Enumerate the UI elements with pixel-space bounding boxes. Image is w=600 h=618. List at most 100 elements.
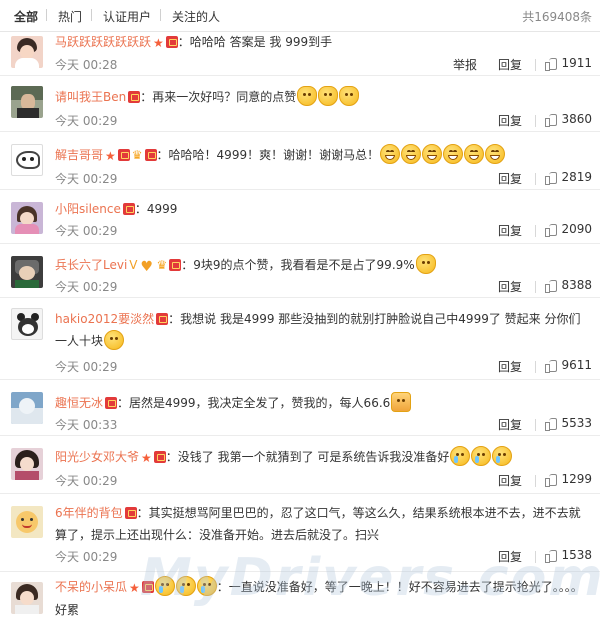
like-button[interactable]: 9611 — [545, 358, 592, 373]
avatar[interactable] — [11, 506, 43, 538]
username[interactable]: 兵长六了Levi — [55, 258, 127, 272]
username[interactable]: 马跃跃跃跃跃跃跃 — [55, 35, 151, 49]
like-count: 2819 — [561, 170, 592, 184]
red-envelope-badge-icon — [153, 451, 166, 463]
like-button[interactable]: 5533 — [545, 416, 592, 431]
star-icon: ★ — [141, 451, 152, 465]
reply-button[interactable]: 回复 — [498, 222, 522, 239]
vip-chevron-icon: V — [129, 258, 138, 272]
thumbs-up-icon — [545, 113, 558, 127]
tab-all[interactable]: 全部 — [14, 8, 38, 25]
reply-button[interactable]: 回复 — [498, 472, 522, 489]
comment-item: 小阳silence ：4999 今天 00:29 回复 2090 — [0, 194, 600, 244]
comment-line: 趣恒无冰 ：居然是4999，我决定全发了，赞我的，每人66.6 — [55, 392, 592, 414]
action-divider — [535, 281, 536, 293]
thumbs-up-icon — [545, 223, 558, 237]
comment-line: 阳光少女邓大爷 ★ ：没钱了 我第一个就猜到了 可是系统告诉我没准备好 — [55, 446, 592, 469]
laughing-emoji-icon — [401, 144, 422, 164]
like-button[interactable]: 2090 — [545, 222, 592, 237]
reply-button[interactable]: 回复 — [498, 358, 522, 375]
comment-line: 兵长六了LeviV ♛ ：9块9的点个赞，我看看是不是占了99.9% — [55, 254, 592, 278]
tab-verified[interactable]: 认证用户 — [103, 8, 151, 25]
comment-text: ：居然是4999，我决定全发了，赞我的，每人66.6 — [117, 396, 391, 410]
reply-button[interactable]: 回复 — [498, 170, 522, 187]
username[interactable]: 解吉哥哥 — [55, 148, 103, 162]
avatar[interactable] — [11, 144, 43, 176]
red-envelope-badge-icon — [117, 149, 130, 161]
thumbs-up-icon — [545, 549, 558, 563]
comment-total-count: 共169408条 — [522, 10, 592, 24]
crying-emoji-icon — [492, 446, 513, 466]
avatar[interactable] — [11, 448, 43, 480]
comment-time: 今天 00:29 — [55, 114, 118, 128]
crying-emoji-icon — [471, 446, 492, 466]
comment-time: 今天 00:29 — [55, 474, 118, 488]
comment-meta: 今天 00:29 回复 9611 — [55, 358, 592, 376]
comment-text: ：再来一次好吗？同意的点赞 — [140, 90, 297, 104]
comment-line: 请叫我王Ben ：再来一次好吗？同意的点赞 — [55, 86, 592, 108]
crying-emoji-icon — [196, 576, 217, 596]
username[interactable]: 6年伴的背包 — [55, 506, 123, 520]
like-count: 8388 — [561, 278, 592, 292]
username[interactable]: 小阳silence — [55, 202, 121, 216]
report-button[interactable]: 举报 — [453, 56, 477, 73]
comment-line: 6年伴的背包 ：其实挺想骂阿里巴巴的，忍了这口气，等这么久，结果系统根本进不去，进… — [55, 502, 592, 546]
smile-emoji-icon — [104, 330, 125, 350]
avatar[interactable] — [11, 582, 43, 614]
comment-item: 6年伴的背包 ：其实挺想骂阿里巴巴的，忍了这口气，等这么久，结果系统根本进不去，进… — [0, 496, 600, 572]
like-count: 1299 — [561, 472, 592, 486]
comment-line: hakio2012要淡然 ：我想说 我是4999 那些没抽到的就别打肿脸说自己中4… — [55, 308, 592, 352]
avatar[interactable] — [11, 202, 43, 234]
reply-button[interactable]: 回复 — [498, 416, 522, 433]
red-envelope-badge-icon — [165, 36, 178, 48]
tab-divider — [91, 9, 92, 21]
comment-time: 今天 00:29 — [55, 550, 118, 564]
reply-button[interactable]: 回复 — [498, 548, 522, 565]
reply-button[interactable]: 回复 — [498, 56, 522, 73]
like-button[interactable]: 1299 — [545, 472, 592, 487]
thumbs-up-icon — [545, 359, 558, 373]
username[interactable]: 阳光少女邓大爷 — [55, 450, 139, 464]
avatar[interactable] — [11, 256, 43, 288]
like-button[interactable]: 1911 — [545, 56, 592, 71]
comment-time: 今天 00:28 — [55, 58, 118, 72]
laughing-emoji-icon — [422, 144, 443, 164]
comment-text: ：哈哈哈 答案是 我 999到手 — [177, 35, 333, 49]
username[interactable]: 不呆的小呆瓜 — [55, 580, 127, 594]
action-divider — [535, 361, 536, 373]
tab-following[interactable]: 关注的人 — [172, 8, 220, 25]
like-count: 2090 — [561, 222, 592, 236]
comment-item: 趣恒无冰 ：居然是4999，我决定全发了，赞我的，每人66.6 今天 00:33 … — [0, 382, 600, 436]
reply-button[interactable]: 回复 — [498, 112, 522, 129]
red-envelope-badge-icon — [122, 203, 135, 215]
like-button[interactable]: 2819 — [545, 170, 592, 185]
like-count: 3860 — [561, 112, 592, 126]
star-icon: ★ — [153, 36, 164, 50]
avatar[interactable] — [11, 308, 43, 340]
username[interactable]: 请叫我王Ben — [55, 90, 126, 104]
comment-text: ：9块9的点个赞，我看看是不是占了99.9% — [181, 258, 415, 272]
comment-time: 今天 00:29 — [55, 172, 118, 186]
like-button[interactable]: 1538 — [545, 548, 592, 563]
cat-emoji-icon — [318, 86, 339, 106]
username[interactable]: hakio2012要淡然 — [55, 312, 154, 326]
reply-button[interactable]: 回复 — [498, 278, 522, 295]
comment-item: 解吉哥哥 ★ ♛ ：哈哈哈！4999！爽！谢谢！谢谢马总！ 今天 00:29 回复 2… — [0, 136, 600, 190]
avatar[interactable] — [11, 36, 43, 68]
cat-emoji-icon — [297, 86, 318, 106]
red-envelope-badge-icon — [141, 581, 154, 593]
username[interactable]: 趣恒无冰 — [55, 396, 103, 410]
comment-text: ：哈哈哈！4999！爽！谢谢！谢谢马总！ — [156, 148, 380, 162]
comment-meta: 今天 00:29 回复 2819 — [55, 170, 592, 188]
like-button[interactable]: 8388 — [545, 278, 592, 293]
comment-meta: 今天 00:28 举报 回复 1911 — [55, 56, 592, 74]
tab-hot[interactable]: 热门 — [58, 8, 82, 25]
like-button[interactable]: 3860 — [545, 112, 592, 127]
comment-time: 今天 00:29 — [55, 224, 118, 238]
red-envelope-badge-icon — [144, 149, 157, 161]
avatar[interactable] — [11, 392, 43, 424]
avatar[interactable] — [11, 86, 43, 118]
comment-line: 小阳silence ：4999 — [55, 198, 592, 220]
star-icon: ★ — [129, 581, 140, 595]
thumbs-up-icon — [545, 171, 558, 185]
